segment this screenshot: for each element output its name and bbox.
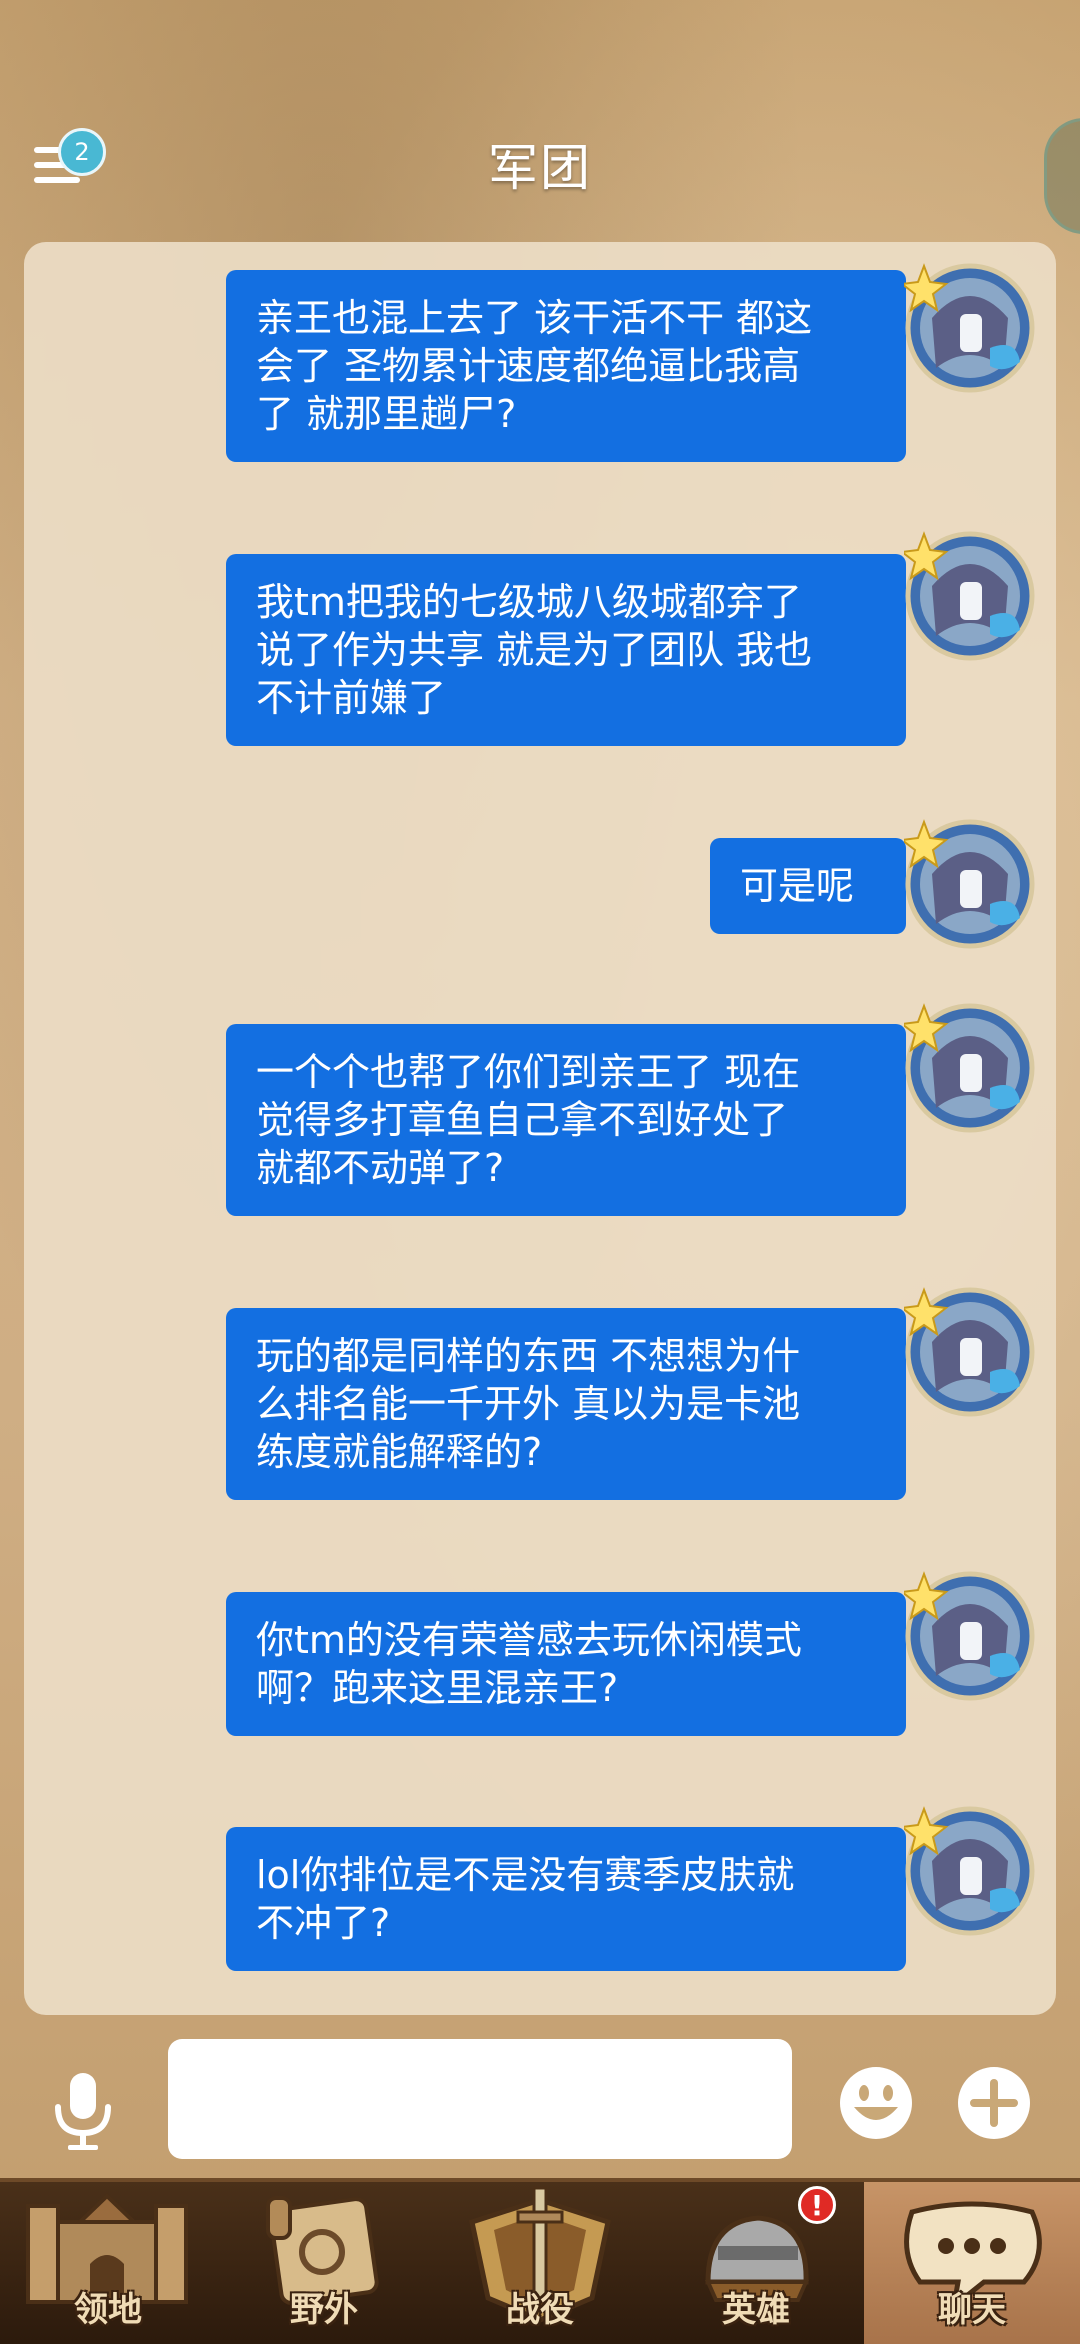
avatar-icon [899, 1806, 1035, 1936]
page-title: 军团 [488, 139, 592, 197]
message-bubble[interactable]: 亲王也混上去了 该干活不干 都这 会了 圣物累计速度都绝逼比我高 了 就那里趟尸… [226, 270, 906, 462]
side-drawer-handle[interactable] [1044, 118, 1080, 234]
avatar[interactable] [899, 530, 1036, 662]
emoji-button[interactable] [838, 2065, 914, 2141]
avatar[interactable] [899, 1570, 1036, 1702]
header-bar: 2 军团 [0, 0, 1080, 240]
avatar[interactable] [899, 1002, 1036, 1134]
message-bubble[interactable]: lol你排位是不是没有赛季皮肤就 不冲了? [226, 1827, 906, 1971]
nav-label: 战役 [506, 2290, 574, 2330]
avatar[interactable] [899, 818, 1036, 950]
avatar-icon [899, 263, 1035, 393]
message-bubble[interactable]: 我tm把我的七级城八级城都弃了 说了作为共享 就是为了团队 我也 不计前嫌了 [226, 554, 906, 746]
nav-label: 领地 [74, 2290, 142, 2330]
smiley-icon [840, 2067, 912, 2139]
nav-label: 野外 [290, 2290, 358, 2330]
microphone-icon [55, 2073, 111, 2150]
avatar-icon [899, 531, 1035, 661]
hero-alert-badge: ! [798, 2186, 836, 2224]
avatar-icon [899, 1003, 1035, 1133]
add-button[interactable] [956, 2065, 1032, 2141]
message-bubble[interactable]: 可是呢 [710, 838, 906, 934]
nav-label: 聊天 [938, 2290, 1006, 2330]
nav-label: 英雄 [722, 2290, 790, 2330]
message-bubble[interactable]: 一个个也帮了你们到亲王了 现在 觉得多打章鱼自己拿不到好处了 就都不动弹了? [226, 1024, 906, 1216]
nav-wild[interactable]: 野外 [216, 2182, 432, 2344]
avatar-icon [899, 1571, 1035, 1701]
bottom-nav: 领地 野外 战役 英雄 聊天 [0, 2178, 1080, 2344]
avatar[interactable] [899, 1286, 1036, 1418]
nav-territory[interactable]: 领地 [0, 2182, 216, 2344]
chat-panel[interactable]: 亲王也混上去了 该干活不干 都这 会了 圣物累计速度都绝逼比我高 了 就那里趟尸… [24, 242, 1056, 2015]
avatar-icon [899, 1287, 1035, 1417]
voice-button[interactable] [50, 2071, 116, 2151]
avatar-icon [899, 819, 1035, 949]
message-bubble[interactable]: 你tm的没有荣誉感去玩休闲模式 啊？跑来这里混亲王? [226, 1592, 906, 1736]
plus-icon [958, 2067, 1030, 2139]
nav-campaign[interactable]: 战役 [432, 2182, 648, 2344]
chat-input[interactable] [168, 2039, 792, 2159]
avatar[interactable] [899, 262, 1036, 394]
avatar[interactable] [899, 1805, 1036, 1937]
nav-chat[interactable]: 聊天 [864, 2182, 1080, 2344]
input-bar [0, 2015, 1080, 2195]
message-bubble[interactable]: 玩的都是同样的东西 不想想为什 么排名能一千开外 真以为是卡池 练度就能解释的? [226, 1308, 906, 1500]
